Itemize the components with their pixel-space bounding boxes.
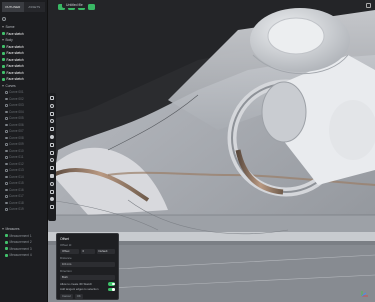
direction-field[interactable]: Both: [60, 275, 115, 280]
tree-item-label: Measurement 4: [9, 253, 32, 257]
panel-title: Offset: [60, 237, 69, 241]
sphere-icon[interactable]: [50, 181, 54, 186]
curve-icon[interactable]: [5, 117, 8, 120]
point-icon[interactable]: [50, 134, 54, 139]
toggle-switch[interactable]: [108, 287, 115, 291]
curve-icon[interactable]: [5, 182, 8, 185]
boolean-icon[interactable]: [50, 173, 54, 178]
visibility-icon[interactable]: [2, 32, 5, 36]
chevron-down-icon[interactable]: [2, 26, 4, 29]
chevron-down-icon[interactable]: [2, 84, 4, 87]
toggle-label: Add tangent edges to selection: [60, 287, 99, 292]
trim-icon[interactable]: [50, 189, 54, 194]
curve-icon[interactable]: [5, 201, 8, 204]
toggle-row-tangent-edges[interactable]: Add tangent edges to selection: [60, 287, 115, 293]
offset-icon[interactable]: [50, 166, 54, 171]
measures-list: Measures Measurement 1 Measurement 2 Measur…: [2, 226, 46, 259]
curve-icon[interactable]: [5, 130, 8, 133]
curve-icon[interactable]: [5, 123, 8, 126]
search-icon: [2, 17, 6, 21]
ok-button[interactable]: OK: [74, 293, 83, 299]
offset-type-field[interactable]: Offset: [60, 249, 79, 254]
toggle-label: Allow to create 3D Sketch: [60, 281, 93, 286]
measure-icon[interactable]: [50, 205, 54, 210]
toggle-switch[interactable]: [108, 282, 115, 286]
axis-gizmo-icon: [361, 291, 368, 297]
document-title[interactable]: Untitled file: [62, 2, 87, 8]
curve-icon[interactable]: [5, 136, 8, 139]
visibility-icon[interactable]: [2, 64, 5, 68]
direction-label: Direction: [60, 269, 72, 273]
chevron-down-icon[interactable]: [2, 228, 4, 231]
visibility-icon[interactable]: [2, 58, 5, 62]
tab-outliner[interactable]: OUTLINER: [2, 2, 24, 12]
tree-item[interactable]: Curve 019: [2, 206, 46, 213]
curve-icon[interactable]: [5, 195, 8, 198]
distance-label: Distance: [60, 256, 72, 260]
axis-gizmo[interactable]: [360, 290, 372, 299]
tree-item-label: Curve 019: [9, 207, 24, 211]
extrude-icon[interactable]: [50, 142, 54, 147]
curve-icon[interactable]: [5, 97, 8, 100]
tab-assets[interactable]: ASSETS: [24, 2, 46, 12]
scene-tree: Scene Face sketch Body Face sketch Face sket…: [2, 24, 46, 213]
line-icon[interactable]: [50, 111, 54, 116]
chevron-down-icon[interactable]: [2, 39, 4, 42]
cursor-icon[interactable]: [50, 96, 54, 100]
outliner-sidebar: OUTLINER ASSETS Scene Face sketch Body Face …: [0, 0, 48, 302]
visibility-icon[interactable]: [5, 240, 8, 244]
revolve-icon[interactable]: [50, 158, 54, 163]
visibility-icon[interactable]: [2, 71, 5, 75]
curve-icon[interactable]: [5, 169, 8, 172]
curve-icon[interactable]: [5, 208, 8, 211]
distance-field[interactable]: 0.0 mm: [60, 262, 115, 267]
paint-icon[interactable]: [50, 197, 54, 202]
offset-id-label: Offset Id: [60, 243, 72, 247]
visibility-icon[interactable]: [2, 77, 5, 81]
curve-icon[interactable]: [5, 156, 8, 159]
fillet-icon[interactable]: [50, 150, 54, 155]
curve-icon[interactable]: [5, 149, 8, 152]
sidebar-tabs: OUTLINER ASSETS: [2, 2, 45, 12]
visibility-icon[interactable]: [2, 51, 5, 55]
vertical-toolbar: [48, 93, 56, 221]
sidebar-search[interactable]: [2, 15, 45, 23]
arc-icon[interactable]: [50, 119, 54, 124]
circle-icon[interactable]: [50, 103, 54, 108]
rectangle-icon[interactable]: [50, 127, 54, 132]
visibility-icon[interactable]: [5, 247, 8, 251]
visibility-icon[interactable]: [5, 253, 8, 257]
visibility-icon[interactable]: [5, 234, 8, 238]
curve-icon[interactable]: [5, 104, 8, 107]
curve-icon[interactable]: [5, 162, 8, 165]
offset-preset-field[interactable]: Default: [96, 249, 115, 254]
curve-icon[interactable]: [5, 143, 8, 146]
offset-properties-panel: Offset Offset Id Offset 0 Default Distan…: [56, 233, 119, 300]
fullscreen-icon[interactable]: [366, 3, 371, 8]
curve-icon[interactable]: [5, 188, 8, 191]
visibility-icon[interactable]: [2, 45, 5, 49]
curve-icon[interactable]: [5, 110, 8, 113]
offset-count-field[interactable]: 0: [80, 249, 95, 254]
viewport-topbar: [58, 2, 375, 12]
tree-item[interactable]: Measurement 4: [2, 252, 46, 259]
measure-mode-button[interactable]: [88, 4, 95, 10]
curve-icon[interactable]: [5, 91, 8, 94]
curve-icon[interactable]: [5, 175, 8, 178]
cancel-button[interactable]: Cancel: [60, 293, 73, 299]
